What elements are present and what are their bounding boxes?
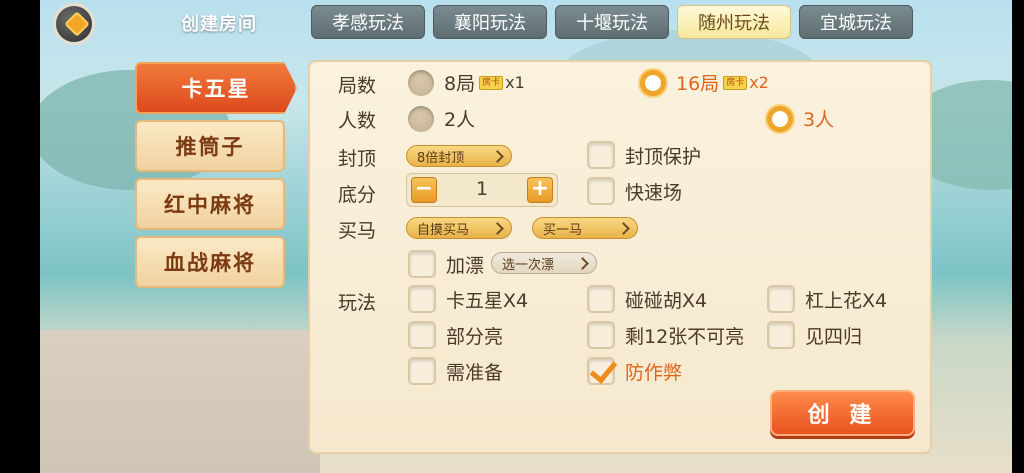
option-text: 剩12张不可亮: [625, 325, 745, 348]
rounds-label: 局数: [338, 75, 377, 97]
checkbox[interactable]: [767, 285, 795, 313]
float-option[interactable]: 加漂: [408, 250, 484, 278]
tab-xiangyang[interactable]: 襄阳玩法: [433, 5, 547, 39]
rule-option[interactable]: 杠上花X4: [767, 285, 887, 313]
tab-shiyan[interactable]: 十堰玩法: [555, 5, 669, 39]
option-text: 杠上花X4: [805, 289, 888, 312]
option-text: 加漂: [446, 254, 485, 277]
checkbox[interactable]: [587, 285, 615, 313]
checkmark-icon[interactable]: [587, 357, 615, 385]
cost-multiplier: x2: [749, 73, 769, 92]
checkbox[interactable]: [408, 250, 436, 278]
page-title: 创建房间: [181, 14, 257, 35]
players-option-3[interactable]: 3人: [767, 105, 834, 132]
cap-dropdown[interactable]: 8倍封顶: [406, 145, 512, 167]
radio-button[interactable]: [408, 69, 434, 96]
rule-option[interactable]: 碰碰胡X4: [587, 285, 707, 313]
players-label: 人数: [338, 110, 377, 132]
game-sidebar: 卡五星 推筒子 红中麻将 血战麻将: [135, 62, 300, 294]
rule-option[interactable]: 剩12张不可亮: [587, 321, 744, 349]
rule-option[interactable]: 部分亮: [408, 321, 503, 349]
option-text: 碰碰胡X4: [625, 289, 708, 312]
rule-option[interactable]: 卡五星X4: [408, 285, 528, 313]
option-text: 见四归: [805, 325, 863, 348]
radio-button-selected[interactable]: [767, 105, 793, 132]
mode-tabs: 孝感玩法 襄阳玩法 十堰玩法 随州玩法 宜城玩法: [311, 5, 913, 39]
background-floor: [40, 330, 320, 473]
sidebar-item-kawuxing[interactable]: 卡五星: [135, 62, 297, 114]
horse-count-dropdown[interactable]: 买一马: [532, 217, 638, 239]
decrease-button[interactable]: −: [411, 177, 437, 203]
option-text: 2人: [444, 109, 476, 131]
checkbox[interactable]: [408, 285, 436, 313]
option-text: 16局: [676, 73, 720, 95]
float-dropdown[interactable]: 选一次漂: [491, 252, 597, 274]
room-card-icon: 房卡: [479, 75, 504, 90]
cost-multiplier: x1: [505, 73, 525, 92]
rule-option[interactable]: 需准备: [408, 357, 503, 385]
horse-mode-dropdown[interactable]: 自摸买马: [406, 217, 512, 239]
sidebar-item-tuitongzi[interactable]: 推筒子: [135, 120, 285, 172]
base-score-value: 1: [475, 178, 489, 200]
checkbox[interactable]: [587, 321, 615, 349]
room-card-icon: 房卡: [723, 75, 748, 90]
back-arrow-icon: [64, 11, 90, 37]
option-text: 卡五星X4: [446, 289, 529, 312]
base-score-label: 底分: [338, 184, 377, 206]
base-score-stepper: − 1 +: [406, 173, 558, 207]
rule-option[interactable]: 见四归: [767, 321, 862, 349]
option-text: 快速场: [625, 181, 683, 204]
tab-yicheng[interactable]: 宜城玩法: [799, 5, 913, 39]
checkbox[interactable]: [767, 321, 795, 349]
checkbox[interactable]: [587, 141, 615, 169]
tab-xiaogan[interactable]: 孝感玩法: [311, 5, 425, 39]
increase-button[interactable]: +: [527, 177, 553, 203]
checkbox[interactable]: [587, 177, 615, 205]
radio-button-selected[interactable]: [640, 69, 666, 96]
rules-label: 玩法: [338, 292, 377, 314]
back-button[interactable]: [53, 3, 95, 45]
left-black-bar: [0, 0, 40, 473]
rule-option-anticheat[interactable]: 防作弊: [587, 357, 682, 385]
option-text: 8局: [444, 73, 476, 95]
option-text: 需准备: [446, 361, 504, 384]
radio-button[interactable]: [408, 105, 434, 132]
cap-label: 封顶: [338, 148, 377, 170]
create-room-button[interactable]: 创 建: [770, 390, 915, 436]
horse-label: 买马: [338, 220, 377, 242]
players-option-2[interactable]: 2人: [408, 105, 475, 132]
sidebar-item-hongzhong[interactable]: 红中麻将: [135, 178, 285, 230]
cap-protect-option[interactable]: 封顶保护: [587, 141, 701, 169]
checkbox[interactable]: [408, 357, 436, 385]
tab-suizhou[interactable]: 随州玩法: [677, 5, 791, 39]
option-text: 防作弊: [625, 361, 683, 384]
checkbox[interactable]: [408, 321, 436, 349]
option-text: 部分亮: [446, 325, 504, 348]
option-text: 3人: [803, 109, 835, 131]
sidebar-item-xuezhan[interactable]: 血战麻将: [135, 236, 285, 288]
option-text: 封顶保护: [625, 145, 702, 168]
rounds-option-8[interactable]: 8局 房卡 x1: [408, 69, 525, 96]
right-black-bar: [1012, 0, 1024, 473]
fast-mode-option[interactable]: 快速场: [587, 177, 682, 205]
rounds-option-16[interactable]: 16局 房卡 x2: [640, 69, 769, 96]
